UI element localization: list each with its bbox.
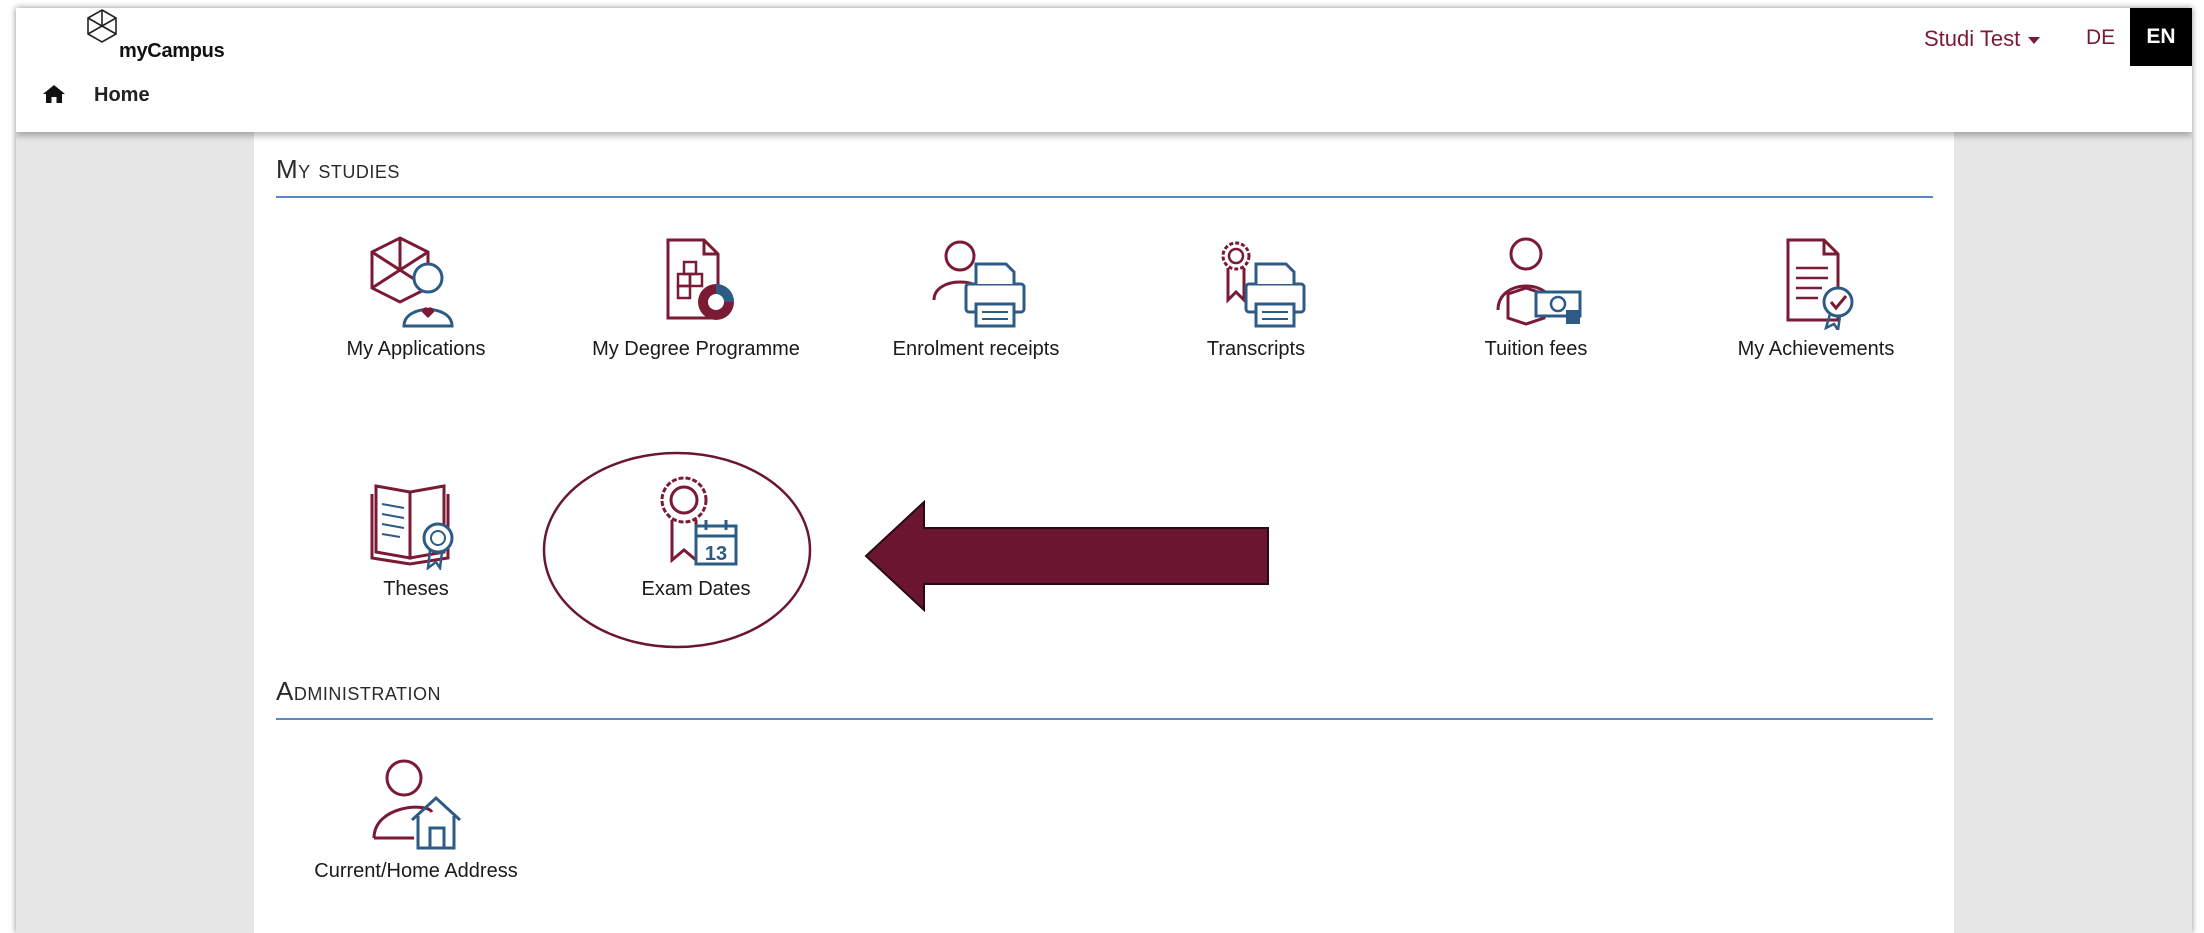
tile-transcripts[interactable]: Transcripts bbox=[1116, 232, 1396, 432]
achievements-icon bbox=[1786, 238, 1854, 330]
section-title-administration: Administration bbox=[276, 676, 442, 706]
top-navigation-bar: myCampus Home Studi Test DE EN bbox=[16, 8, 2192, 132]
theses-icon bbox=[370, 484, 454, 570]
degree-programme-icon bbox=[666, 238, 734, 320]
section-divider bbox=[276, 718, 1933, 720]
applications-icon bbox=[370, 236, 454, 328]
transcripts-icon bbox=[1221, 241, 1306, 328]
language-de-link[interactable]: DE bbox=[2086, 26, 2115, 50]
highlight-ellipse bbox=[542, 451, 812, 649]
tile-label: Transcripts bbox=[1206, 338, 1306, 360]
enrolment-receipts-icon bbox=[932, 240, 1026, 328]
cube-logo-icon bbox=[87, 9, 117, 43]
tuition-fees-icon bbox=[1496, 237, 1582, 326]
section-divider bbox=[276, 196, 1933, 198]
browser-page: myCampus Home Studi Test DE EN My studie… bbox=[16, 8, 2192, 933]
tile-label: My Applications bbox=[346, 338, 486, 360]
mycampus-logo[interactable]: myCampus bbox=[84, 8, 225, 68]
tile-my-degree-programme[interactable]: My Degree Programme bbox=[556, 232, 836, 432]
language-en-link[interactable]: EN bbox=[2130, 8, 2192, 66]
tile-label: Tuition fees bbox=[1484, 338, 1588, 360]
home-icon[interactable] bbox=[42, 84, 66, 104]
chevron-down-icon bbox=[2028, 36, 2041, 44]
tile-label: Theses bbox=[383, 578, 449, 600]
home-address-icon bbox=[372, 759, 462, 850]
breadcrumb-home[interactable]: Home bbox=[94, 84, 150, 107]
logo-text: myCampus bbox=[119, 40, 225, 62]
tile-my-applications[interactable]: My Applications bbox=[276, 232, 556, 432]
tile-label: My Achievements bbox=[1737, 338, 1895, 360]
user-name: Studi Test bbox=[1924, 26, 2021, 51]
tile-tuition-fees[interactable]: Tuition fees bbox=[1396, 232, 1676, 432]
tile-current-home-address[interactable]: Current/Home Address bbox=[276, 754, 556, 933]
tile-my-achievements[interactable]: My Achievements bbox=[1676, 232, 1956, 432]
tile-enrolment-receipts[interactable]: Enrolment receipts bbox=[836, 232, 1116, 432]
section-title-my-studies: My studies bbox=[276, 154, 400, 184]
tile-label: Enrolment receipts bbox=[892, 338, 1060, 360]
tile-theses[interactable]: Theses bbox=[276, 472, 556, 672]
user-menu-dropdown[interactable]: Studi Test bbox=[1924, 26, 2041, 52]
tile-label: Current/Home Address bbox=[314, 860, 518, 882]
tile-label: My Degree Programme bbox=[592, 338, 800, 360]
pointer-arrow-icon bbox=[864, 500, 1269, 612]
